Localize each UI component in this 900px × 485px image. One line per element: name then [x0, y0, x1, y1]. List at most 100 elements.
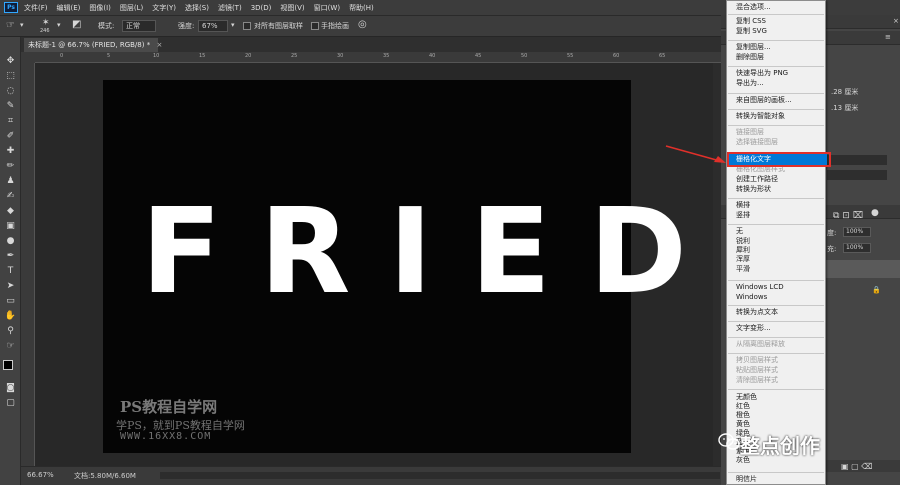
- stamp-tool-icon[interactable]: ♟: [4, 175, 17, 187]
- context-menu-item[interactable]: 无颜色: [736, 393, 757, 402]
- context-menu-item[interactable]: 转换为点文本: [736, 308, 778, 317]
- menu-separator: [728, 337, 824, 338]
- toggle-filter-icon[interactable]: ●: [871, 208, 879, 218]
- finger-paint-checkbox[interactable]: [311, 22, 319, 30]
- smudge-tool-icon[interactable]: ☞: [4, 340, 17, 352]
- chevron-down-icon[interactable]: ▾: [57, 21, 61, 29]
- menu-help[interactable]: 帮助(H): [349, 3, 374, 13]
- brush-settings-icon[interactable]: ◩: [72, 19, 81, 30]
- context-menu-item[interactable]: 转换为智能对象: [736, 112, 785, 121]
- dropdown-field[interactable]: [827, 170, 887, 180]
- gradient-tool-icon[interactable]: ▣: [4, 220, 17, 232]
- menu-edit[interactable]: 编辑(E): [57, 3, 81, 13]
- vertical-scrollbar[interactable]: [713, 63, 721, 466]
- eraser-tool-icon[interactable]: ◆: [4, 205, 17, 217]
- pen-tool-icon[interactable]: ✒: [4, 250, 17, 262]
- context-menu-item[interactable]: 快速导出为 PNG: [736, 69, 788, 78]
- context-menu-item[interactable]: 明信片: [736, 475, 757, 484]
- menu-separator: [728, 389, 824, 390]
- context-menu-item[interactable]: 犀利: [736, 246, 750, 255]
- lasso-tool-icon[interactable]: ◌: [4, 85, 17, 97]
- layer-row-selected[interactable]: [826, 260, 900, 278]
- menu-3d[interactable]: 3D(D): [251, 4, 272, 12]
- ruler-tick-label: 60: [613, 53, 620, 59]
- quick-select-icon[interactable]: ✎: [4, 100, 17, 112]
- menu-image[interactable]: 图像(I): [89, 3, 111, 13]
- strength-input[interactable]: 67%: [198, 20, 228, 32]
- menu-icon[interactable]: ≡: [885, 33, 891, 41]
- zoom-tool-icon[interactable]: ⚲: [4, 325, 17, 337]
- brush-preset-icon[interactable]: ✶: [42, 18, 50, 28]
- context-menu-item: 清除图层样式: [736, 376, 778, 384]
- smudge-tool-icon[interactable]: ☞: [6, 20, 15, 31]
- context-menu-item[interactable]: 浑厚: [736, 255, 750, 264]
- menu-view[interactable]: 视图(V): [280, 3, 304, 13]
- mode-label: 模式:: [98, 22, 115, 30]
- pressure-icon[interactable]: ◎: [358, 19, 367, 30]
- menu-filter[interactable]: 滤镜(T): [218, 3, 242, 13]
- context-menu-item[interactable]: 黄色: [736, 420, 750, 429]
- close-icon[interactable]: ×: [893, 17, 899, 25]
- finger-paint-label: 手指绘画: [321, 22, 349, 30]
- mode-select[interactable]: 正常: [122, 20, 156, 32]
- context-menu-item[interactable]: 创建工作路径: [736, 175, 778, 184]
- height-value: .13 厘米: [831, 104, 859, 112]
- context-menu-item[interactable]: 复制 SVG: [736, 27, 767, 36]
- document-tab[interactable]: 未标题-1 @ 66.7% (FRIED, RGB/8) * ×: [24, 38, 162, 52]
- canvas-text-layer[interactable]: FRIED: [103, 186, 687, 316]
- context-menu-item[interactable]: 文字变形...: [736, 324, 771, 333]
- quick-mask-icon[interactable]: ◙: [4, 382, 17, 394]
- menu-layer[interactable]: 图层(L): [120, 3, 143, 13]
- ruler-tick-label: 20: [245, 53, 252, 59]
- zoom-level[interactable]: 66.67%: [27, 471, 54, 479]
- context-menu-item[interactable]: 删除图层: [736, 53, 764, 62]
- opacity-label: 度:: [827, 229, 837, 237]
- context-menu-item[interactable]: 复制图层...: [736, 43, 771, 52]
- context-menu-item[interactable]: 锐利: [736, 237, 750, 246]
- type-tool-icon[interactable]: T: [4, 265, 17, 277]
- document-tab-title: 未标题-1 @ 66.7% (FRIED, RGB/8) *: [28, 41, 151, 49]
- menu-type[interactable]: 文字(Y): [152, 3, 176, 13]
- watermark-title: PS教程自学网: [120, 398, 218, 416]
- context-menu-item[interactable]: Windows: [736, 293, 767, 302]
- sample-all-label: 对所有图层取样: [254, 22, 303, 30]
- menu-select[interactable]: 选择(S): [185, 3, 209, 13]
- move-tool-icon[interactable]: ✥: [4, 55, 17, 67]
- fill-input[interactable]: 100%: [843, 243, 871, 253]
- context-menu-item[interactable]: 来自图层的画板...: [736, 96, 792, 105]
- brush-tool-icon[interactable]: ✏: [4, 160, 17, 172]
- close-icon[interactable]: ×: [156, 41, 162, 49]
- context-menu-item[interactable]: 无: [736, 227, 743, 236]
- shape-tool-icon[interactable]: ▭: [4, 295, 17, 307]
- eyedropper-icon[interactable]: ✐: [4, 130, 17, 142]
- context-menu-item[interactable]: 竖排: [736, 211, 750, 220]
- context-menu-item[interactable]: 转换为形状: [736, 185, 771, 194]
- hand-tool-icon[interactable]: ✋: [4, 310, 17, 322]
- marquee-tool-icon[interactable]: ⬚: [4, 70, 17, 82]
- horizontal-scrollbar[interactable]: [160, 472, 720, 479]
- menu-window[interactable]: 窗口(W): [314, 3, 340, 13]
- context-menu-item[interactable]: 混合选项...: [736, 3, 771, 12]
- crop-tool-icon[interactable]: ⌗: [4, 115, 17, 127]
- context-menu-item[interactable]: 橙色: [736, 411, 750, 420]
- history-brush-icon[interactable]: ✍: [4, 190, 17, 202]
- foreground-color-swatch[interactable]: [3, 360, 13, 370]
- context-menu-item[interactable]: 红色: [736, 402, 750, 411]
- opacity-input[interactable]: 100%: [843, 227, 871, 237]
- path-select-icon[interactable]: ➤: [4, 280, 17, 292]
- context-menu-item[interactable]: 平滑: [736, 265, 750, 274]
- sample-all-checkbox[interactable]: [243, 22, 251, 30]
- context-menu-item[interactable]: 复制 CSS: [736, 17, 766, 26]
- healing-brush-icon[interactable]: ✚: [4, 145, 17, 157]
- layer-filter-icon[interactable]: ⧉ ⊡ ⌧: [833, 211, 863, 221]
- chevron-down-icon[interactable]: ▾: [20, 21, 24, 29]
- context-menu-item[interactable]: 横排: [736, 201, 750, 210]
- chevron-down-icon[interactable]: ▾: [231, 21, 235, 29]
- context-menu-item[interactable]: Windows LCD: [736, 283, 784, 292]
- dropdown-field[interactable]: [827, 155, 887, 165]
- layer-actions-icon[interactable]: ▣ ▢ ⌫: [841, 462, 873, 471]
- screen-mode-icon[interactable]: ▢: [4, 397, 17, 409]
- context-menu-item[interactable]: 导出为...: [736, 79, 764, 88]
- menu-file[interactable]: 文件(F): [24, 3, 48, 13]
- blur-tool-icon[interactable]: ●: [4, 235, 17, 247]
